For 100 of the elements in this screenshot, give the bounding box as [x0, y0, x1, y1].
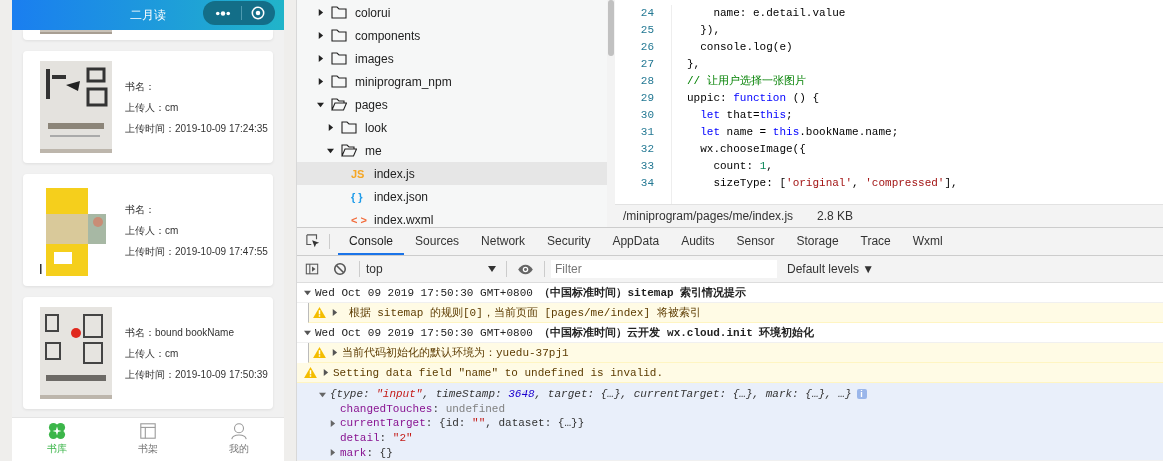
log-levels-dropdown[interactable]: Default levels ▼: [785, 262, 877, 276]
line-number: 32: [640, 142, 654, 157]
file-tree-item[interactable]: { } index.json: [297, 185, 607, 208]
person-icon: [229, 422, 248, 440]
code-line: let name = this.bookName.name;: [699, 125, 900, 140]
file-tree-item[interactable]: JS index.js: [297, 162, 607, 185]
context-select[interactable]: top: [366, 262, 500, 276]
tab-bar-item[interactable]: 我的: [193, 418, 284, 461]
folder-icon: [331, 29, 347, 42]
code-line: wx.chooseImage({: [699, 142, 807, 157]
file-type-icon: JS: [351, 167, 371, 180]
log-message: Wed Oct 09 2019 17:50:30 GMT+0800 （中国标准时间）sitemap 索引情况提示: [315, 285, 747, 300]
book-card[interactable]: 书名：bound bookName 上传人：cm 上传时间：2019-10-09 17:50:39: [23, 297, 273, 409]
file-path: /miniprogram/pages/me/index.js: [623, 209, 794, 223]
collapsed-caret-icon[interactable]: [327, 124, 334, 131]
file-type-icon: { }: [351, 190, 371, 203]
line-number: 25: [640, 23, 654, 38]
object-summary: {type: "input", timeStamp: 3648, target: {…}, currentTarget: {…}, mark: {…}, …}: [330, 388, 852, 401]
folder-icon: [341, 121, 357, 134]
sidebar-toggle-icon[interactable]: [305, 262, 319, 276]
code-line: // 让用户选择一张图片: [687, 74, 807, 89]
line-number: 30: [640, 108, 654, 123]
collapsed-caret-icon[interactable]: [317, 32, 324, 39]
code-line: console.log(e): [699, 40, 794, 55]
line-number: 27: [640, 57, 654, 72]
devtools-tab[interactable]: Trace: [849, 228, 902, 255]
book-info-text: 上传人：cm: [125, 223, 180, 237]
devtools-tab[interactable]: Sources: [404, 228, 471, 255]
file-tree-item[interactable]: images: [297, 47, 607, 70]
file-tree-item[interactable]: < > index.wxml: [297, 208, 607, 227]
log-message: Wed Oct 09 2019 17:50:30 GMT+0800 （中国标准时间）云开发 wx.cloud.init 环境初始化: [315, 325, 815, 340]
code-line: sizeType: ['original', 'compressed'],: [712, 176, 958, 191]
line-number: 29: [640, 91, 654, 106]
devtools-tab[interactable]: Audits: [670, 228, 726, 255]
book-info-text: 上传人：cm: [125, 346, 180, 360]
collapsed-caret-icon[interactable]: [322, 369, 329, 376]
clear-icon[interactable]: [333, 262, 347, 276]
collapsed-caret-icon[interactable]: [317, 55, 324, 62]
file-tree-item[interactable]: components: [297, 24, 607, 47]
object-property: currentTarget: {id: "", dataset: {…}}: [340, 417, 585, 430]
code-line: uppic: function () {: [687, 91, 821, 106]
inspect-icon[interactable]: [306, 234, 320, 248]
file-tree-item[interactable]: look: [297, 116, 607, 139]
collapsed-caret-icon[interactable]: [331, 349, 338, 356]
code-line: let that=this;: [699, 108, 794, 123]
code-line: }),: [699, 23, 721, 38]
book-info-text: 上传时间：2019-10-09 17:24:35: [125, 121, 268, 135]
bookshelf-icon: [139, 422, 157, 440]
code-line: count: 1,: [712, 159, 774, 174]
log-message: 根据 sitemap 的规则[0]，当前页面 [pages/me/index] 将被索引: [347, 305, 701, 320]
file-tree-item[interactable]: me: [297, 139, 607, 162]
file-tree-item[interactable]: miniprogram_npm: [297, 70, 607, 93]
expanded-caret-icon[interactable]: [317, 101, 324, 108]
folder-icon: [331, 6, 347, 19]
tab-bar-item[interactable]: 书架: [102, 418, 194, 461]
folder-icon: [331, 75, 347, 88]
warning-icon: [313, 307, 326, 318]
collapsed-caret-icon[interactable]: [331, 309, 338, 316]
eye-icon[interactable]: [517, 263, 534, 275]
dropdown-caret-icon: [488, 266, 496, 272]
collapsed-caret-icon[interactable]: [317, 78, 324, 85]
file-tree-item[interactable]: colorui: [297, 1, 607, 24]
more-icon[interactable]: [213, 8, 232, 18]
expanded-caret-icon[interactable]: [304, 289, 311, 296]
clover-icon: [48, 422, 67, 440]
code-line: name: e.detail.value: [712, 6, 847, 21]
log-message: Setting data field "name" to undefined is invalid.: [333, 366, 664, 379]
devtools-tab[interactable]: Storage: [785, 228, 850, 255]
warning-icon: [313, 347, 326, 358]
warning-icon: [304, 367, 317, 378]
line-number: 34: [640, 176, 654, 191]
app-title: 二月读: [129, 6, 167, 24]
devtools-tab[interactable]: AppData: [601, 228, 671, 255]
book-info-text: 书名：: [125, 79, 156, 93]
devtools-tab[interactable]: Sensor: [725, 228, 786, 255]
object-property: mark: {}: [340, 446, 393, 459]
book-info-text: 书名：bound bookName: [125, 325, 235, 339]
line-number: 26: [640, 40, 654, 55]
open-folder-icon: [331, 98, 347, 111]
line-number: 28: [640, 74, 654, 89]
log-message: 当前代码初始化的默认环境为：yuedu-37pj1: [342, 346, 569, 360]
collapsed-caret-icon[interactable]: [317, 9, 324, 16]
close-icon[interactable]: [250, 6, 265, 20]
expanded-caret-icon[interactable]: [304, 329, 311, 336]
open-folder-icon: [341, 144, 357, 157]
book-info-text: 上传时间：2019-10-09 17:50:39: [125, 367, 268, 381]
file-size: 2.8 KB: [817, 209, 854, 223]
book-card[interactable]: 书名： 上传人：cm 上传时间：2019-10-09 17:47:55: [23, 174, 273, 286]
scrollbar-thumb[interactable]: [608, 0, 614, 56]
book-card[interactable]: 书名： 上传人：cm 上传时间：2019-10-09 17:24:35: [23, 51, 273, 163]
devtools-tab[interactable]: Security: [536, 228, 602, 255]
book-info-text: 上传时间：2019-10-09 17:47:55: [125, 244, 268, 258]
filter-field[interactable]: Filter: [551, 260, 777, 278]
book-card[interactable]: [23, 30, 273, 40]
expanded-caret-icon[interactable]: [327, 147, 334, 154]
file-tree-item[interactable]: pages: [297, 93, 607, 116]
book-info-text: 书名：: [125, 202, 156, 216]
devtools-tab[interactable]: Wxml: [901, 228, 954, 255]
object-property: detail: "2": [340, 432, 413, 445]
devtools-tab[interactable]: Network: [470, 228, 537, 255]
